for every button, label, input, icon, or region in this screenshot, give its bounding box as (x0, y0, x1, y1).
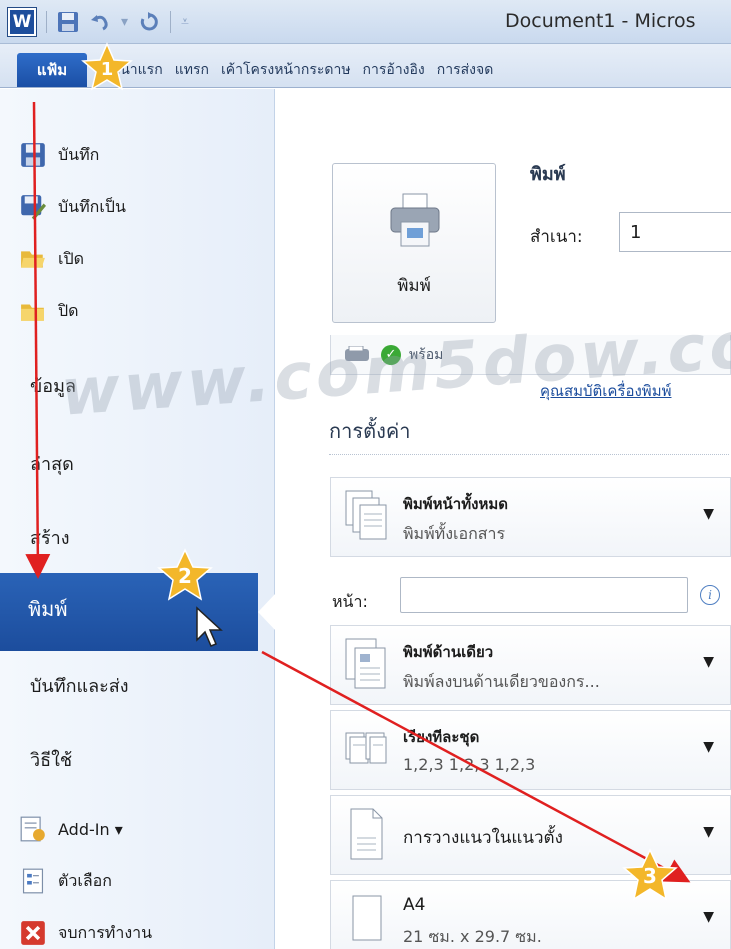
nav-save-label: บันทึก (58, 144, 100, 164)
print-pane: พิมพ์ พิมพ์ สำเนา: 1 ✓ พร้อม คุณสมบัติเค… (276, 89, 731, 949)
print-heading: พิมพ์ (530, 164, 566, 185)
copies-label: สำเนา: (530, 227, 583, 247)
toolbar-divider (170, 11, 172, 33)
printer-status-text: พร้อม (409, 346, 444, 363)
paper-size-subtitle: 21 ซม. x 29.7 ซม. (403, 927, 542, 946)
add-in-icon (20, 816, 45, 842)
backstage-nav: บันทึก บันทึกเป็น เปิด ปิด ข้อมูล ล่าสุด… (0, 89, 276, 949)
printer-small-icon (345, 345, 369, 361)
collated-icon (345, 732, 387, 764)
nav-options[interactable]: ตัวเลือก (20, 863, 112, 899)
exit-icon (21, 921, 45, 945)
print-range-dropdown[interactable]: พิมพ์หน้าทั้งหมด พิมพ์ทั้งเอกสาร ▼ (330, 477, 731, 557)
collate-title: เรียงทีละชุด (403, 728, 480, 746)
tab-home[interactable]: หน้าแรก (105, 53, 169, 87)
save-icon[interactable] (57, 11, 79, 33)
sides-subtitle: พิมพ์ลงบนด้านเดียวของกร... (403, 672, 600, 691)
tab-mailings[interactable]: การส่งจด (431, 53, 500, 87)
chevron-down-icon: ▼ (703, 506, 714, 522)
options-icon (22, 868, 44, 894)
nav-tab-new[interactable]: สร้าง (30, 517, 70, 557)
nav-open-label: เปิด (58, 248, 85, 268)
paper-size-dropdown[interactable]: A4 21 ซม. x 29.7 ซม. ▼ (330, 880, 731, 949)
nav-tab-save-send[interactable]: บันทึกและส่ง (30, 665, 129, 705)
printer-properties-link[interactable]: คุณสมบัติเครื่องพิมพ์ (540, 379, 671, 403)
open-folder-icon (21, 251, 45, 268)
nav-tab-print[interactable]: พิมพ์ (0, 573, 258, 651)
ribbon-tabs: แฟ้ม หน้าแรก แทรก เค้าโครงหน้ากระดาษ การ… (0, 44, 731, 88)
settings-divider (329, 454, 729, 455)
orientation-dropdown[interactable]: การวางแนวในแนวตั้ง ▼ (330, 795, 731, 875)
save-icon (21, 143, 45, 167)
nav-exit-label: จบการทำงาน (58, 922, 153, 942)
nav-tab-info[interactable]: ข้อมูล (30, 365, 76, 405)
collate-subtitle: 1,2,3 1,2,3 1,2,3 (403, 755, 536, 774)
tab-insert[interactable]: แทรก (169, 53, 215, 87)
chevron-down-icon: ▼ (703, 824, 714, 840)
nav-tab-recent[interactable]: ล่าสุด (30, 443, 74, 483)
nav-add-in[interactable]: Add-In ▾ (20, 811, 123, 847)
printer-selector[interactable]: ✓ พร้อม (330, 335, 731, 375)
tab-page-layout[interactable]: เค้าโครงหน้ากระดาษ (215, 53, 357, 87)
save-as-icon (21, 195, 46, 220)
toolbar-divider (46, 11, 47, 33)
nav-open[interactable]: เปิด (20, 241, 84, 277)
nav-save[interactable]: บันทึก (20, 137, 99, 173)
pages-input[interactable] (400, 577, 688, 613)
orientation-title: การวางแนวในแนวตั้ง (403, 828, 563, 848)
print-range-title: พิมพ์หน้าทั้งหมด (403, 495, 508, 513)
all-pages-icon (345, 490, 387, 540)
nav-tab-help[interactable]: วิธีใช้ (30, 739, 72, 779)
window-title: Document1 - Micros (505, 10, 696, 32)
nav-add-in-label: Add-In ▾ (58, 819, 123, 839)
chevron-down-icon: ▼ (703, 909, 714, 925)
nav-close-label: ปิด (58, 300, 79, 320)
print-button[interactable]: พิมพ์ (332, 163, 496, 323)
collate-dropdown[interactable]: เรียงทีละชุด 1,2,3 1,2,3 1,2,3 ▼ (330, 710, 731, 790)
undo-icon[interactable] (89, 11, 111, 33)
print-range-subtitle: พิมพ์ทั้งเอกสาร (403, 524, 506, 543)
nav-close[interactable]: ปิด (20, 293, 79, 329)
ready-check-icon: ✓ (381, 344, 401, 365)
word-logo-icon[interactable]: W (7, 7, 37, 37)
quick-access-toolbar: W ▾ ⩡ (7, 7, 189, 37)
settings-heading: การตั้งค่า (329, 419, 411, 443)
paper-size-icon (352, 895, 382, 941)
one-sided-icon (345, 638, 386, 689)
customize-toolbar-icon[interactable]: ⩡ (181, 15, 189, 29)
undo-dropdown-icon[interactable]: ▾ (121, 15, 128, 29)
paper-size-title: A4 (403, 895, 426, 915)
close-folder-icon (21, 304, 44, 321)
pages-label: หน้า: (332, 592, 368, 611)
chevron-down-icon: ▼ (703, 654, 714, 670)
active-tab-pointer (258, 593, 276, 631)
nav-save-as-label: บันทึกเป็น (58, 196, 126, 216)
tab-file[interactable]: แฟ้ม (17, 53, 87, 87)
print-button-label: พิมพ์ (397, 276, 431, 296)
printer-icon (390, 193, 440, 247)
nav-options-label: ตัวเลือก (58, 870, 112, 890)
sides-dropdown[interactable]: พิมพ์ด้านเดียว พิมพ์ลงบนด้านเดียวของกร..… (330, 625, 731, 705)
copies-input[interactable]: 1 (619, 212, 731, 252)
tab-references[interactable]: การอ้างอิง (357, 53, 431, 87)
chevron-down-icon: ▼ (703, 739, 714, 755)
redo-icon[interactable] (138, 11, 160, 33)
nav-exit[interactable]: จบการทำงาน (20, 915, 152, 949)
sides-title: พิมพ์ด้านเดียว (403, 643, 494, 661)
info-icon[interactable]: i (700, 585, 720, 605)
title-bar: W ▾ ⩡ Document1 - Micros (0, 0, 731, 44)
nav-tab-print-label: พิมพ์ (28, 597, 68, 621)
nav-save-as[interactable]: บันทึกเป็น (20, 189, 126, 225)
portrait-icon (350, 808, 383, 860)
